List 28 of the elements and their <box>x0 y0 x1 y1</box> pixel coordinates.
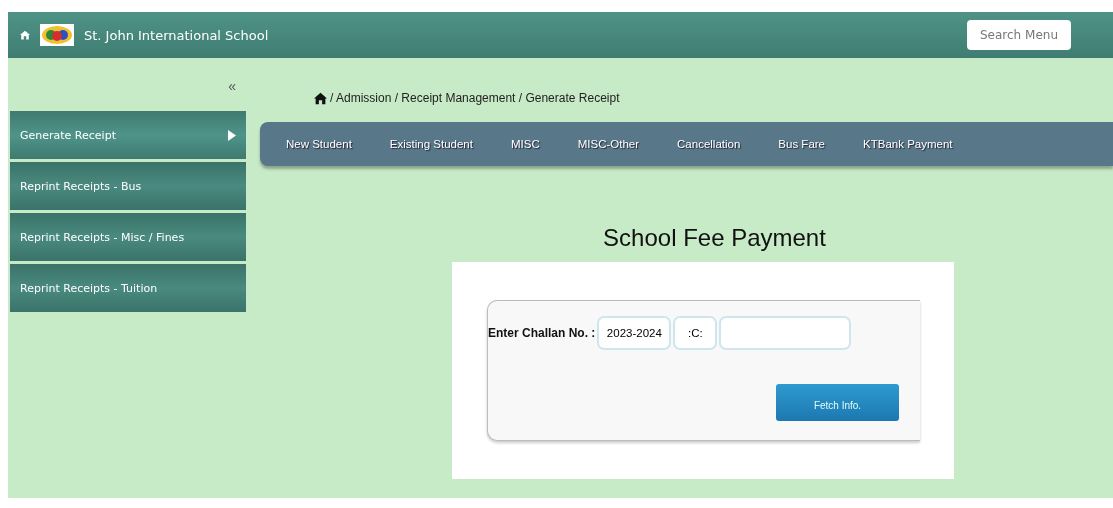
home-icon[interactable] <box>314 91 327 105</box>
fetch-info-button[interactable]: Fetch Info. <box>776 384 899 421</box>
sidebar-item[interactable]: Generate Receipt <box>10 111 246 159</box>
nav-link[interactable]: KTBank Payment <box>863 138 953 150</box>
school-name: St. John International School <box>84 27 269 43</box>
search-field[interactable]: Search Menu <box>967 20 1071 50</box>
nav-link[interactable]: MISC-Other <box>577 138 640 150</box>
triangle-icon <box>228 129 236 141</box>
page-title: School Fee Payment <box>603 224 826 252</box>
nav-link[interactable]: Cancellation <box>677 138 741 150</box>
sidebar-item[interactable]: Reprint Receipts - Tuition <box>10 264 246 312</box>
sidebar-item[interactable]: Reprint Receipts - Misc / Fines <box>10 213 246 261</box>
challan-number-field[interactable] <box>719 316 852 350</box>
nav-link[interactable]: Bus Fare <box>778 138 826 150</box>
breadcrumb: / Admission / Receipt Management / Generate Receipt <box>330 91 620 105</box>
sidebar-item-label: Reprint Receipts - Bus <box>20 179 142 193</box>
sidebar-item-label: Generate Receipt <box>20 128 116 142</box>
collapse-button[interactable]: « <box>228 66 236 111</box>
year-field[interactable]: 2023-2024 <box>597 316 672 350</box>
nav-link[interactable]: Existing Student <box>389 138 473 150</box>
nav-link[interactable]: New Student <box>286 138 352 150</box>
sidebar-item-label: Reprint Receipts - Misc / Fines <box>20 230 185 244</box>
nav-link[interactable]: MISC <box>510 138 540 150</box>
challan-label: Enter Challan No. : <box>488 326 596 340</box>
school-logo-icon <box>40 24 74 46</box>
code-field[interactable]: :C: <box>673 316 718 350</box>
sidebar-item[interactable]: Reprint Receipts - Bus <box>10 162 246 210</box>
sidebar-item-label: Reprint Receipts - Tuition <box>20 281 158 295</box>
